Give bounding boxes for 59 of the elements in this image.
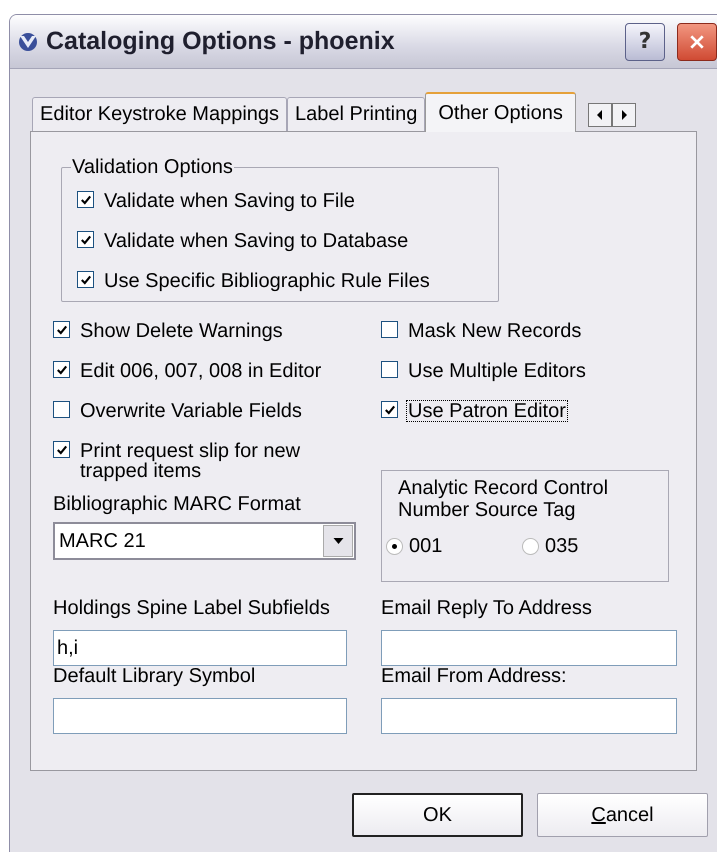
checkbox-label[interactable]: Print request slip for new trapped items [78,440,332,482]
down-arrow-icon [332,538,344,544]
checkmark-icon [56,444,68,456]
right-arrow-icon [620,110,628,120]
checkbox-label[interactable]: Show Delete Warnings [78,320,285,342]
close-icon [689,34,705,50]
checkbox[interactable] [53,441,70,458]
checkmark-icon [56,364,68,376]
help-button[interactable]: ? [625,22,665,60]
checkbox[interactable] [77,191,94,208]
group-title: Analytic Record Control Number Source Tag [398,477,610,521]
checkbox[interactable] [77,231,94,248]
left-arrow-icon [596,110,604,120]
radio-button[interactable] [386,538,403,555]
radio-label[interactable]: 001 [409,535,442,558]
input-field[interactable] [381,698,677,734]
checkbox-label[interactable]: Use Multiple Editors [406,360,588,382]
checkbox[interactable] [53,361,70,378]
dialog-button[interactable]: OK [352,793,523,837]
checkbox-label[interactable]: Use Specific Bibliographic Rule Files [102,270,432,292]
tab[interactable]: Label Printing [287,97,426,131]
group-title: Validation Options [71,156,234,179]
scroll-left-button[interactable] [588,103,612,127]
checkmark-icon [384,404,396,416]
field-label: Bibliographic MARC Format [53,494,302,514]
checkmark-icon [80,274,92,286]
checkbox-label[interactable]: Mask New Records [406,320,584,342]
checkbox[interactable] [381,321,398,338]
input-field[interactable]: h,i [53,630,347,666]
tab[interactable]: Editor Keystroke Mappings [32,97,288,131]
checkmark-logo-icon [18,32,38,52]
checkbox[interactable] [77,271,94,288]
field-label: Email From Address: [381,666,568,686]
dropdown-button[interactable] [323,525,353,557]
tab[interactable]: Other Options [425,92,576,132]
input-field[interactable] [381,630,677,666]
radio-button[interactable] [522,538,539,555]
checkmark-icon [56,324,68,336]
field-label: Email Reply To Address [381,598,593,618]
field-label: Holdings Spine Label Subfields [53,598,331,618]
checkbox-label[interactable]: Validate when Saving to Database [102,230,410,252]
field-label: Default Library Symbol [53,666,256,686]
scroll-right-button[interactable] [612,103,636,127]
checkbox[interactable] [381,401,398,418]
checkbox-label[interactable]: Use Patron Editor [406,400,568,422]
checkmark-icon [80,234,92,246]
dialog-button[interactable]: Cancel [537,793,708,837]
checkbox-label[interactable]: Overwrite Variable Fields [78,400,304,422]
input-field[interactable] [53,698,347,734]
checkmark-icon [80,194,92,206]
checkbox-label[interactable]: Validate when Saving to File [102,190,357,212]
format-dropdown[interactable]: MARC 21 [53,522,356,560]
checkbox[interactable] [53,401,70,418]
checkbox[interactable] [53,321,70,338]
window-title: Cataloging Options - phoenix [46,27,396,56]
radio-label[interactable]: 035 [545,535,578,558]
checkbox[interactable] [381,361,398,378]
checkbox-label[interactable]: Edit 006, 007, 008 in Editor [78,360,324,382]
close-button[interactable] [677,22,717,60]
